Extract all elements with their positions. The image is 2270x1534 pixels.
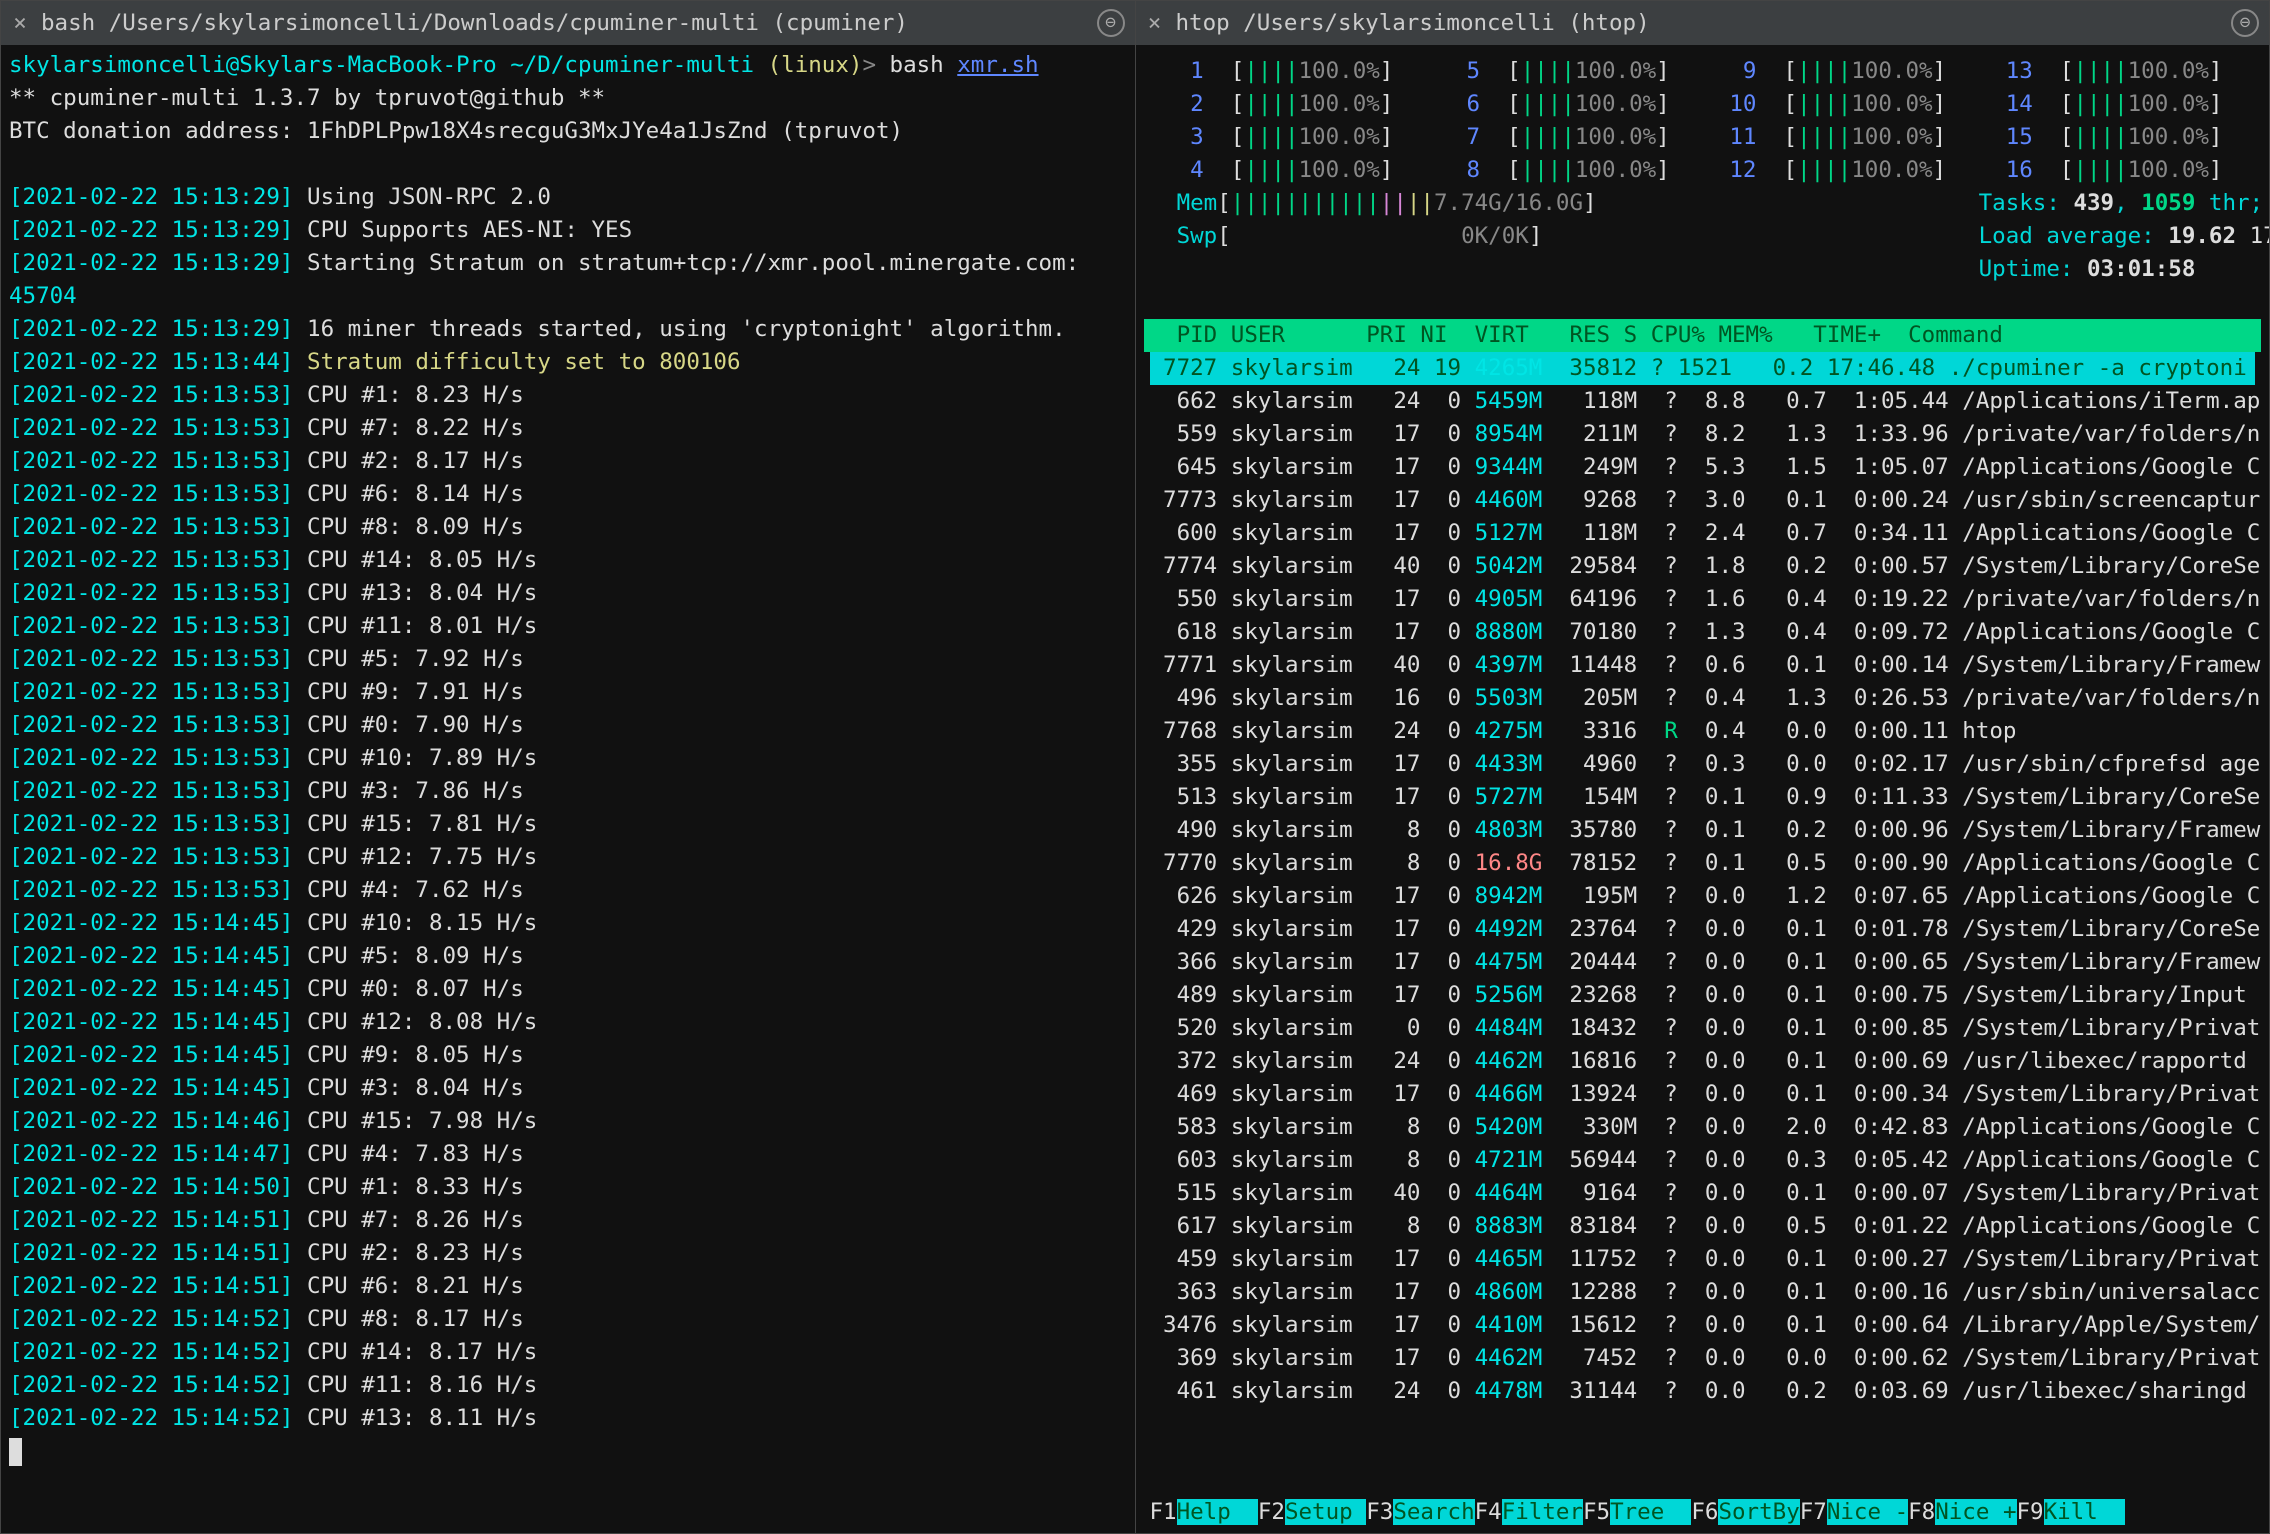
process-row[interactable]: 603 skylarsim 8 0 4721M 56944 ? 0.0 0.3 … xyxy=(1150,1144,2256,1177)
close-icon[interactable]: × xyxy=(11,14,29,32)
process-row[interactable]: 7768 skylarsim 24 0 4275M 3316 R 0.4 0.0… xyxy=(1150,715,2256,748)
fkey-F3[interactable]: F3Search xyxy=(1366,1496,1474,1529)
htop-meters: 1 [||||100.0%] 2 [||||100.0%] 3 [||||100… xyxy=(1144,49,2262,319)
process-row[interactable]: 3476 skylarsim 17 0 4410M 15612 ? 0.0 0.… xyxy=(1150,1309,2256,1342)
process-row[interactable]: 559 skylarsim 17 0 8954M 211M ? 8.2 1.3 … xyxy=(1150,418,2256,451)
process-row[interactable]: 583 skylarsim 8 0 5420M 330M ? 0.0 2.0 0… xyxy=(1150,1111,2256,1144)
right-tab-title[interactable]: htop /Users/skylarsimoncelli (htop) xyxy=(1176,7,2220,40)
process-row[interactable]: 617 skylarsim 8 0 8883M 83184 ? 0.0 0.5 … xyxy=(1150,1210,2256,1243)
htop-view[interactable]: 1 [||||100.0%] 2 [||||100.0%] 3 [||||100… xyxy=(1136,45,2270,1533)
process-row[interactable]: 489 skylarsim 17 0 5256M 23268 ? 0.0 0.1… xyxy=(1150,979,2256,1012)
fkey-F7[interactable]: F7Nice - xyxy=(1800,1496,1908,1529)
process-row[interactable]: 355 skylarsim 17 0 4433M 4960 ? 0.3 0.0 … xyxy=(1150,748,2256,781)
fkey-F2[interactable]: F2Setup xyxy=(1258,1496,1366,1529)
left-terminal-pane: × bash /Users/skylarsimoncelli/Downloads… xyxy=(0,0,1135,1534)
process-row[interactable]: 366 skylarsim 17 0 4475M 20444 ? 0.0 0.1… xyxy=(1150,946,2256,979)
tab-menu-icon[interactable]: ⊖ xyxy=(2231,9,2259,37)
process-row[interactable]: 363 skylarsim 17 0 4860M 12288 ? 0.0 0.1… xyxy=(1150,1276,2256,1309)
fkey-F6[interactable]: F6SortBy xyxy=(1691,1496,1799,1529)
process-row[interactable]: 662 skylarsim 24 0 5459M 118M ? 8.8 0.7 … xyxy=(1150,385,2256,418)
process-row[interactable]: 7727 skylarsim 24 19 4265M 35812 ? 1521 … xyxy=(1150,352,2256,385)
process-row[interactable]: 461 skylarsim 24 0 4478M 31144 ? 0.0 0.2… xyxy=(1150,1375,2256,1408)
process-row[interactable]: 469 skylarsim 17 0 4466M 13924 ? 0.0 0.1… xyxy=(1150,1078,2256,1111)
left-tab-title[interactable]: bash /Users/skylarsimoncelli/Downloads/c… xyxy=(41,7,1085,40)
fkey-F5[interactable]: F5Tree xyxy=(1583,1496,1691,1529)
process-row[interactable]: 7770 skylarsim 8 0 16.8G 78152 ? 0.1 0.5… xyxy=(1150,847,2256,880)
process-row[interactable]: 645 skylarsim 17 0 9344M 249M ? 5.3 1.5 … xyxy=(1150,451,2256,484)
process-row[interactable]: 7773 skylarsim 17 0 4460M 9268 ? 3.0 0.1… xyxy=(1150,484,2256,517)
htop-process-header[interactable]: PID USER PRI NI VIRT RES S CPU% MEM% TIM… xyxy=(1144,319,2262,352)
process-row[interactable]: 600 skylarsim 17 0 5127M 118M ? 2.4 0.7 … xyxy=(1150,517,2256,550)
process-row[interactable]: 513 skylarsim 17 0 5727M 154M ? 0.1 0.9 … xyxy=(1150,781,2256,814)
process-row[interactable]: 618 skylarsim 17 0 8880M 70180 ? 1.3 0.4… xyxy=(1150,616,2256,649)
process-row[interactable]: 372 skylarsim 24 0 4462M 16816 ? 0.0 0.1… xyxy=(1150,1045,2256,1078)
fkey-F1[interactable]: F1Help xyxy=(1150,1496,1258,1529)
process-row[interactable]: 7774 skylarsim 40 0 5042M 29584 ? 1.8 0.… xyxy=(1150,550,2256,583)
left-terminal[interactable]: skylarsimoncelli@Skylars-MacBook-Pro ~/D… xyxy=(1,45,1135,1533)
process-row[interactable]: 550 skylarsim 17 0 4905M 64196 ? 1.6 0.4… xyxy=(1150,583,2256,616)
process-row[interactable]: 7771 skylarsim 40 0 4397M 11448 ? 0.6 0.… xyxy=(1150,649,2256,682)
fkey-F8[interactable]: F8Nice + xyxy=(1908,1496,2016,1529)
fkey-F4[interactable]: F4Filter xyxy=(1475,1496,1583,1529)
process-row[interactable]: 496 skylarsim 16 0 5503M 205M ? 0.4 1.3 … xyxy=(1150,682,2256,715)
process-row[interactable]: 515 skylarsim 40 0 4464M 9164 ? 0.0 0.1 … xyxy=(1150,1177,2256,1210)
htop-process-list[interactable]: 7727 skylarsim 24 19 4265M 35812 ? 1521 … xyxy=(1144,352,2262,1496)
process-row[interactable]: 459 skylarsim 17 0 4465M 11752 ? 0.0 0.1… xyxy=(1150,1243,2256,1276)
close-icon[interactable]: × xyxy=(1146,14,1164,32)
fkey-F9[interactable]: F9Kill xyxy=(2017,1496,2125,1529)
left-tab-bar: × bash /Users/skylarsimoncelli/Downloads… xyxy=(1,1,1135,45)
process-row[interactable]: 520 skylarsim 0 0 4484M 18432 ? 0.0 0.1 … xyxy=(1150,1012,2256,1045)
htop-function-keys[interactable]: F1Help F2Setup F3SearchF4FilterF5Tree F6… xyxy=(1144,1496,2262,1529)
process-row[interactable]: 626 skylarsim 17 0 8942M 195M ? 0.0 1.2 … xyxy=(1150,880,2256,913)
process-row[interactable]: 369 skylarsim 17 0 4462M 7452 ? 0.0 0.0 … xyxy=(1150,1342,2256,1375)
tab-menu-icon[interactable]: ⊖ xyxy=(1097,9,1125,37)
process-row[interactable]: 429 skylarsim 17 0 4492M 23764 ? 0.0 0.1… xyxy=(1150,913,2256,946)
right-tab-bar: × htop /Users/skylarsimoncelli (htop) ⊖ xyxy=(1136,1,2270,45)
right-terminal-pane: × htop /Users/skylarsimoncelli (htop) ⊖ … xyxy=(1135,0,2270,1534)
process-row[interactable]: 490 skylarsim 8 0 4803M 35780 ? 0.1 0.2 … xyxy=(1150,814,2256,847)
